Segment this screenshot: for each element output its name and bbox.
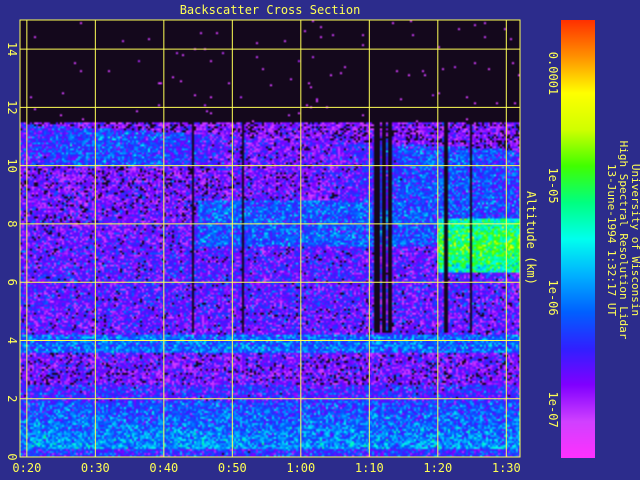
x-tick-label: 0:30 [81, 461, 110, 475]
chart-title: Backscatter Cross Section [180, 3, 361, 17]
lidar-figure: Backscatter Cross Section 0:20 0:30 0:40 0:… [0, 0, 640, 480]
y-tick-label: 2 [5, 395, 19, 402]
y-tick-label: 10 [5, 158, 19, 172]
colorbar-tick-label: 0.0001 [546, 52, 560, 95]
caption-block: University of Wisconsin High Spectral Re… [605, 141, 640, 340]
y-tick-label: 4 [5, 337, 19, 344]
colorbar-tick-label: 1e-07 [546, 392, 560, 428]
x-tick-label: 1:10 [355, 461, 384, 475]
y-tick-label: 14 [5, 42, 19, 56]
y-tick-label: 12 [5, 100, 19, 114]
y-tick-label: 8 [5, 220, 19, 227]
caption-timestamp: 13-June-1994 1:32:17 UT [605, 164, 618, 317]
colorbar-gradient [561, 20, 595, 458]
x-tick-label: 0:40 [149, 461, 178, 475]
colorbar-tick-label: 1e-06 [546, 280, 560, 316]
y-tick-label: 6 [5, 279, 19, 286]
x-tick-label: 0:50 [218, 461, 247, 475]
plot-area [19, 19, 521, 458]
y-tick-label: 0 [5, 453, 19, 460]
x-tick-label: 1:20 [423, 461, 452, 475]
x-tick-label: 0:20 [12, 461, 41, 475]
x-tick-label: 1:30 [492, 461, 521, 475]
colorbar-tick-label: 1e-05 [546, 167, 560, 203]
y-axis-label: Altitude (km) [524, 191, 538, 285]
x-tick-label: 1:00 [286, 461, 315, 475]
